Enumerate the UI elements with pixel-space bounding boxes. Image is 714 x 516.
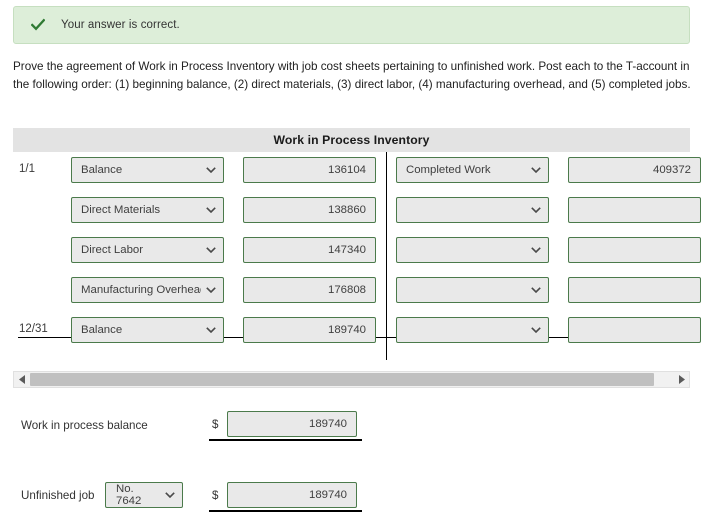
credit-account-select[interactable]: Completed Work <box>396 157 549 183</box>
chevron-down-icon <box>206 207 216 213</box>
total-underline <box>209 439 362 441</box>
chevron-down-icon <box>531 247 541 253</box>
chevron-down-icon <box>206 247 216 253</box>
chevron-down-icon <box>206 287 216 293</box>
debit-account-select[interactable]: Direct Materials <box>71 197 224 223</box>
debit-amount-input[interactable]: 136104 <box>243 157 376 183</box>
debit-account-select[interactable]: Manufacturing Overhead <box>71 277 224 303</box>
table-row: Direct Labor 147340 <box>0 232 714 272</box>
success-banner-message: Your answer is correct. <box>61 19 180 31</box>
credit-account-select[interactable] <box>396 197 549 223</box>
unfinished-job-value: No. 7642 <box>116 483 142 507</box>
success-banner: Your answer is correct. <box>13 6 690 44</box>
page-root: Your answer is correct. Prove the agreem… <box>0 0 714 516</box>
unfinished-job-label: Unfinished job <box>21 489 95 502</box>
credit-account-select[interactable] <box>396 317 549 343</box>
table-row: 1/1 Balance 136104 Completed Work 409372 <box>0 152 714 192</box>
debit-account-select[interactable]: Direct Labor <box>71 237 224 263</box>
t-account-header: Work in Process Inventory <box>13 128 690 152</box>
table-row: 12/31 Balance 189740 <box>0 312 714 352</box>
debit-account-value: Manufacturing Overhead <box>81 284 201 296</box>
credit-account-select[interactable] <box>396 277 549 303</box>
debit-account-value: Balance <box>81 324 123 336</box>
debit-amount-input[interactable]: 138860 <box>243 197 376 223</box>
chevron-down-icon <box>165 492 175 498</box>
check-icon <box>31 18 45 32</box>
unfinished-job-select[interactable]: No. 7642 <box>105 482 183 508</box>
chevron-down-icon <box>531 167 541 173</box>
credit-account-value: Completed Work <box>406 164 491 176</box>
chevron-down-icon <box>531 327 541 333</box>
unfinished-job-amount-input[interactable]: 189740 <box>227 482 357 508</box>
chevron-down-icon <box>531 287 541 293</box>
currency-symbol: $ <box>212 418 219 431</box>
credit-amount-input[interactable] <box>568 237 701 263</box>
debit-account-value: Balance <box>81 164 123 176</box>
table-row: Direct Materials 138860 <box>0 192 714 232</box>
debit-amount-input[interactable]: 189740 <box>243 317 376 343</box>
credit-amount-input[interactable]: 409372 <box>568 157 701 183</box>
t-account-body: 1/1 Balance 136104 Completed Work 409372 <box>0 152 714 360</box>
credit-amount-input[interactable] <box>568 197 701 223</box>
scrollbar-thumb[interactable] <box>30 373 654 386</box>
row-date: 1/1 <box>19 163 35 175</box>
triangle-left-icon[interactable] <box>14 372 30 387</box>
work-in-process-balance-label: Work in process balance <box>21 419 148 432</box>
currency-symbol: $ <box>212 489 219 502</box>
debit-amount-input[interactable]: 176808 <box>243 277 376 303</box>
chevron-down-icon <box>206 327 216 333</box>
credit-amount-input[interactable] <box>568 277 701 303</box>
scrollbar-track[interactable] <box>30 372 673 387</box>
triangle-right-icon[interactable] <box>673 372 689 387</box>
chevron-down-icon <box>206 167 216 173</box>
horizontal-scrollbar[interactable] <box>13 371 690 388</box>
debit-account-select[interactable]: Balance <box>71 157 224 183</box>
work-in-process-balance-input[interactable]: 189740 <box>227 411 357 437</box>
chevron-down-icon <box>531 207 541 213</box>
question-prompt: Prove the agreement of Work in Process I… <box>13 60 691 91</box>
t-account-title: Work in Process Inventory <box>273 133 430 147</box>
row-date: 12/31 <box>19 323 48 335</box>
debit-amount-input[interactable]: 147340 <box>243 237 376 263</box>
credit-account-select[interactable] <box>396 237 549 263</box>
table-row: Manufacturing Overhead 176808 <box>0 272 714 312</box>
total-underline <box>209 510 362 512</box>
debit-account-value: Direct Labor <box>81 244 144 256</box>
debit-account-value: Direct Materials <box>81 204 161 216</box>
debit-account-select[interactable]: Balance <box>71 317 224 343</box>
credit-amount-input[interactable] <box>568 317 701 343</box>
